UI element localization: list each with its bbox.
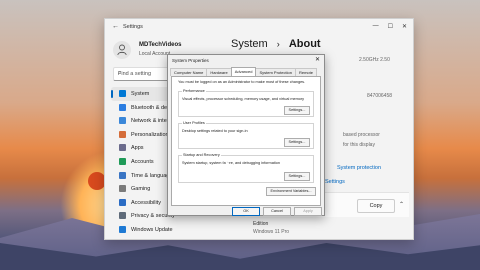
sidebar-item-label: Personalization <box>131 131 169 138</box>
gamepad-icon <box>119 185 126 193</box>
startup-recovery-group: Startup and Recovery System startup, sys… <box>178 153 314 183</box>
sidebar-item-windows-update[interactable]: Windows Update <box>111 223 173 237</box>
sidebar-item-network[interactable]: Network & internet <box>111 114 176 128</box>
sidebar-item-system[interactable]: System <box>111 87 171 101</box>
user-profiles-settings-button[interactable]: Settings... <box>284 138 310 147</box>
sidebar-item-label: System <box>131 91 150 97</box>
group-label: User Profiles <box>182 121 206 125</box>
tab-computer-name[interactable]: Computer Name <box>170 68 208 76</box>
copy-button[interactable]: Copy <box>357 199 395 213</box>
edition-value: Windows 11 Pro <box>253 229 290 235</box>
sidebar-item-accessibility[interactable]: Accessibility <box>111 196 171 210</box>
group-label: Startup and Recovery <box>182 153 221 157</box>
sidebar-item-label: Accounts <box>131 158 154 165</box>
sidebar-item-time-language[interactable]: Time & language <box>111 169 172 183</box>
chevron-right-icon: › <box>276 39 280 49</box>
sidebar-nav: System Bluetooth & devices Network & int… <box>111 87 180 237</box>
environment-variables-button[interactable]: Environment Variables... <box>266 187 316 196</box>
sidebar-item-gaming[interactable]: Gaming <box>111 182 171 196</box>
window-controls: — ☐ ✕ <box>373 23 407 30</box>
group-description: Desktop settings related to your sign-in <box>182 129 248 133</box>
page-title: About <box>288 38 321 50</box>
back-arrow-icon[interactable]: ← <box>112 23 119 30</box>
processor-speed: 2.50GHz 2.50 <box>359 57 390 63</box>
admin-note: You must be logged on as an Administrato… <box>178 80 306 84</box>
tab-system-protection[interactable]: System Protection <box>255 68 296 76</box>
sidebar-item-accounts[interactable]: Accounts <box>111 155 171 169</box>
update-icon <box>119 225 126 233</box>
minimize-icon[interactable]: — <box>373 23 379 30</box>
sidebar-item-label: Gaming <box>131 186 151 193</box>
bluetooth-icon <box>119 103 126 111</box>
accessibility-icon <box>119 198 126 206</box>
dialog-tabs: Computer Name Hardware Advanced System P… <box>170 67 317 77</box>
maximize-icon[interactable]: ☐ <box>388 23 393 30</box>
sidebar-item-personalization[interactable]: Personalization <box>111 128 171 142</box>
user-profiles-group: User Profiles Desktop settings related t… <box>178 121 314 149</box>
sidebar-item-label: Apps <box>131 145 144 152</box>
brush-icon <box>119 130 126 138</box>
sidebar-item-label: Accessibility <box>131 199 161 206</box>
group-description: Visual effects, processor scheduling, me… <box>182 97 305 101</box>
pen-touch-info: for this display <box>343 142 375 148</box>
close-icon[interactable]: ✕ <box>315 56 320 63</box>
shield-icon <box>119 212 126 220</box>
cancel-button[interactable]: Cancel <box>263 207 291 216</box>
person-icon <box>117 44 127 56</box>
title-bar: ← Settings — ☐ ✕ <box>105 19 413 35</box>
breadcrumb: System › About <box>231 38 321 50</box>
chevron-up-icon[interactable]: ⌃ <box>399 201 404 208</box>
performance-group: Performance Visual effects, processor sc… <box>178 89 314 117</box>
startup-settings-button[interactable]: Settings... <box>284 172 310 181</box>
sidebar-item-bluetooth[interactable]: Bluetooth & devices <box>111 101 180 115</box>
globe-clock-icon <box>119 171 126 179</box>
device-id: 847006458 <box>367 93 393 99</box>
account-type: Local Account <box>139 51 171 57</box>
window-title: Settings <box>123 24 143 30</box>
sidebar-item-privacy[interactable]: Privacy & security <box>111 209 175 223</box>
system-protection-link[interactable]: System protection <box>337 165 381 171</box>
tab-hardware[interactable]: Hardware <box>206 68 232 76</box>
processor-type: based processor <box>343 132 380 138</box>
advanced-settings-link[interactable]: Settings <box>325 179 345 185</box>
apply-button[interactable]: Apply <box>294 207 322 216</box>
apps-icon <box>119 144 126 152</box>
group-label: Performance <box>182 89 206 93</box>
ok-button[interactable]: OK <box>232 207 260 216</box>
dialog-title: System Properties <box>172 58 209 63</box>
tab-remote[interactable]: Remote <box>294 68 317 76</box>
close-icon[interactable]: ✕ <box>402 23 407 30</box>
wifi-icon <box>119 117 126 125</box>
sidebar-item-label: Windows Update <box>131 226 173 233</box>
performance-settings-button[interactable]: Settings... <box>284 106 310 115</box>
system-properties-dialog: System Properties ✕ Computer Name Hardwa… <box>167 54 325 216</box>
sidebar-item-apps[interactable]: Apps <box>111 141 171 155</box>
user-name: MDTechVideos <box>139 42 182 48</box>
breadcrumb-parent[interactable]: System <box>231 38 268 50</box>
advanced-tab-pane: You must be logged on as an Administrato… <box>171 76 321 206</box>
avatar <box>113 41 131 59</box>
account-icon <box>119 157 126 165</box>
edition-label: Edition <box>253 221 269 227</box>
system-icon <box>119 90 126 97</box>
